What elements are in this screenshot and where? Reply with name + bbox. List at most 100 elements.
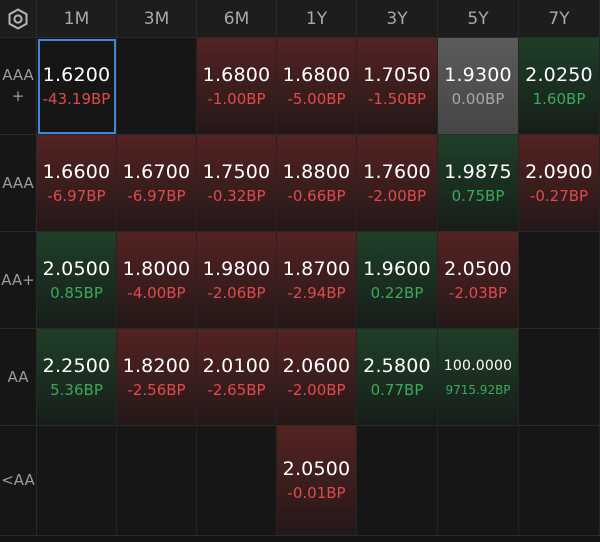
quote-cell[interactable]: 1.6800 -5.00BP	[277, 38, 357, 135]
change-bp: 0.85BP	[50, 283, 103, 302]
yield-value: 1.9875	[444, 160, 512, 183]
yield-value: 1.6800	[202, 63, 271, 86]
quote-cell[interactable]: 1.9300 0.00BP	[438, 38, 519, 135]
yield-value: 2.0600	[282, 354, 351, 377]
change-bp: 9715.92BP	[445, 382, 511, 397]
column-header-1y[interactable]: 1Y	[277, 0, 357, 38]
quote-cell[interactable]: 1.6600 -6.97BP	[37, 135, 117, 232]
empty-cell[interactable]	[37, 426, 117, 536]
yield-value: 2.5800	[363, 354, 431, 377]
yield-value: 1.8200	[122, 354, 191, 377]
quote-cell[interactable]: 2.5800 0.77BP	[357, 329, 438, 426]
change-bp: 0.00BP	[451, 89, 505, 108]
quote-cell[interactable]: 2.0500 -0.01BP	[277, 426, 357, 536]
quote-cell[interactable]: 1.6800 -1.00BP	[197, 38, 277, 135]
quote-cell[interactable]: 1.8000 -4.00BP	[117, 232, 197, 329]
empty-cell[interactable]	[438, 426, 519, 536]
change-bp: -6.97BP	[47, 186, 106, 205]
change-bp: -0.32BP	[207, 186, 266, 205]
change-bp: 0.75BP	[451, 186, 505, 205]
quote-cell[interactable]: 1.8200 -2.56BP	[117, 329, 197, 426]
empty-cell[interactable]	[197, 426, 277, 536]
yield-value: 2.0500	[444, 257, 512, 280]
empty-cell[interactable]	[357, 426, 438, 536]
change-bp: -2.56BP	[127, 380, 186, 399]
change-bp: -2.00BP	[367, 186, 427, 205]
quote-cell[interactable]: 2.0250 1.60BP	[519, 38, 600, 135]
yield-value: 1.9300	[444, 63, 512, 86]
quote-cell[interactable]: 2.0500 0.85BP	[37, 232, 117, 329]
yield-value: 1.9800	[202, 257, 271, 280]
empty-cell[interactable]	[117, 426, 197, 536]
column-header-5y[interactable]: 5Y	[438, 0, 519, 38]
change-bp: -2.00BP	[287, 380, 346, 399]
yield-value: 1.6700	[122, 160, 191, 183]
quote-cell[interactable]: 1.6200 -43.19BP	[37, 38, 117, 135]
change-bp: -1.50BP	[367, 89, 427, 108]
quote-cell[interactable]: 100.0000 9715.92BP	[438, 329, 519, 426]
change-bp: -2.06BP	[207, 283, 266, 302]
column-header-1m[interactable]: 1M	[37, 0, 117, 38]
quote-cell[interactable]: 2.0900 -0.27BP	[519, 135, 600, 232]
column-header-7y[interactable]: 7Y	[519, 0, 600, 38]
quote-cell[interactable]: 1.7050 -1.50BP	[357, 38, 438, 135]
column-header-3y[interactable]: 3Y	[357, 0, 438, 38]
yield-value: 1.8700	[282, 257, 351, 280]
empty-cell[interactable]	[519, 426, 600, 536]
empty-cell[interactable]	[519, 329, 600, 426]
quote-cell[interactable]: 1.9875 0.75BP	[438, 135, 519, 232]
empty-cell[interactable]	[519, 232, 600, 329]
change-bp: -0.66BP	[287, 186, 346, 205]
yield-value: 1.6600	[42, 160, 111, 183]
empty-cell[interactable]	[117, 38, 197, 135]
yield-value: 2.2500	[42, 354, 111, 377]
yield-value: 2.0250	[525, 63, 593, 86]
quote-cell[interactable]: 1.8700 -2.94BP	[277, 232, 357, 329]
yield-value: 2.0100	[202, 354, 271, 377]
quote-cell[interactable]: 1.7500 -0.32BP	[197, 135, 277, 232]
yield-value: 1.7050	[363, 63, 431, 86]
row-label: AAA +	[0, 38, 37, 135]
quote-cell[interactable]: 1.9600 0.22BP	[357, 232, 438, 329]
quote-cell[interactable]: 2.2500 5.36BP	[37, 329, 117, 426]
yield-value: 2.0900	[525, 160, 593, 183]
change-bp: -5.00BP	[287, 89, 346, 108]
change-bp: 5.36BP	[50, 380, 103, 399]
change-bp: -4.00BP	[127, 283, 186, 302]
change-bp: -0.27BP	[529, 186, 589, 205]
change-bp: -2.03BP	[448, 283, 508, 302]
change-bp: -6.97BP	[127, 186, 186, 205]
yield-matrix: 1M 3M 6M 1Y 3Y 5Y 7Y AAA +1.6200 -43.19BP 1.6800-…	[0, 0, 600, 542]
change-bp: 1.60BP	[532, 89, 586, 108]
yield-value: 1.6800	[282, 63, 351, 86]
change-bp: -43.19BP	[42, 89, 111, 108]
quote-cell[interactable]: 2.0500 -2.03BP	[438, 232, 519, 329]
change-bp: 0.77BP	[370, 380, 424, 399]
row-label: AA	[0, 329, 37, 426]
quote-cell[interactable]: 1.8800 -0.66BP	[277, 135, 357, 232]
yield-value: 2.0500	[42, 257, 111, 280]
quote-cell[interactable]: 1.6700 -6.97BP	[117, 135, 197, 232]
column-header-3m[interactable]: 3M	[117, 0, 197, 38]
yield-value: 1.6200	[42, 63, 111, 86]
change-bp: -0.01BP	[287, 484, 346, 502]
quote-cell[interactable]: 1.7600 -2.00BP	[357, 135, 438, 232]
yield-value: 1.9600	[363, 257, 431, 280]
change-bp: 0.22BP	[370, 283, 424, 302]
change-bp: -1.00BP	[207, 89, 266, 108]
column-header-6m[interactable]: 6M	[197, 0, 277, 38]
yield-value: 1.7500	[202, 160, 271, 183]
row-label: AAA	[0, 135, 37, 232]
quote-cell[interactable]: 1.9800 -2.06BP	[197, 232, 277, 329]
gear-hexagon-icon	[8, 7, 28, 30]
change-bp: -2.65BP	[207, 380, 266, 399]
quote-cell[interactable]: 2.0100 -2.65BP	[197, 329, 277, 426]
yield-value: 1.8000	[122, 257, 191, 280]
yield-value: 100.0000	[443, 357, 513, 374]
quote-cell[interactable]: 2.0600 -2.00BP	[277, 329, 357, 426]
row-label: AA+	[0, 232, 37, 329]
settings-button[interactable]	[0, 0, 37, 38]
yield-value: 1.8800	[282, 160, 351, 183]
yield-value: 1.7600	[363, 160, 431, 183]
row-label: <AA	[0, 426, 37, 536]
